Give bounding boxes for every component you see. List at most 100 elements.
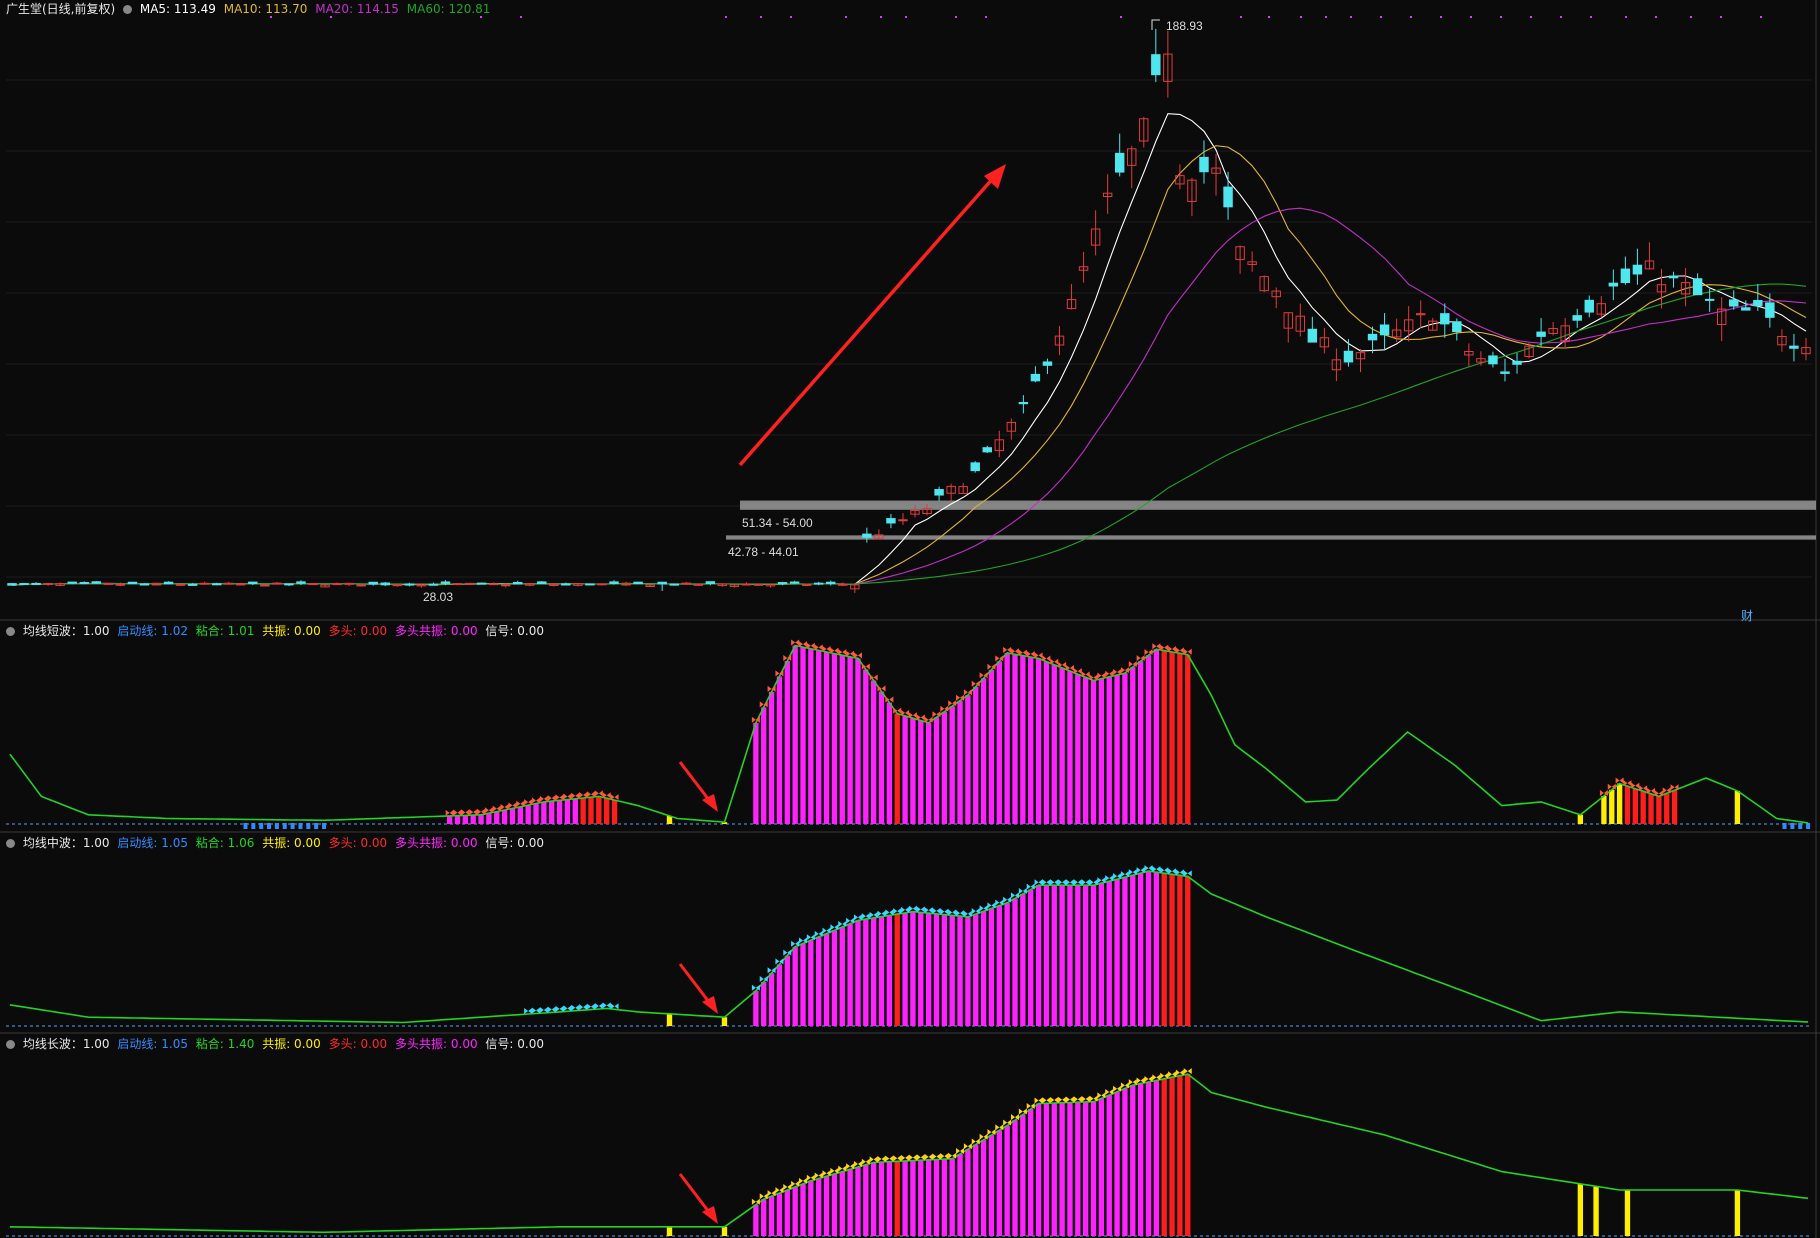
panel-settings-icon[interactable] xyxy=(6,1040,15,1049)
indicator-bar xyxy=(792,946,798,1026)
indicator-bar xyxy=(1169,651,1175,824)
indicator-bar xyxy=(870,680,877,824)
indicator-bar xyxy=(855,658,861,824)
signal-dot xyxy=(725,16,727,18)
indicator-bar xyxy=(1640,791,1646,824)
panel-dtgz: 多头共振: 0.00 xyxy=(395,624,478,638)
indicator-bar xyxy=(1106,1095,1112,1236)
indicator-bar xyxy=(855,920,861,1026)
indicator-bar xyxy=(941,711,948,824)
candle-body xyxy=(1343,350,1354,363)
candle-body xyxy=(681,582,691,585)
stock-chart-canvas[interactable] xyxy=(0,0,1820,1238)
candle-body xyxy=(657,581,667,585)
candle-body xyxy=(452,583,463,586)
candle-body xyxy=(19,583,29,586)
candle-body xyxy=(741,583,752,586)
high-price-label: 188.93 xyxy=(1166,19,1203,33)
panel-gz: 共振: 0.00 xyxy=(262,836,321,850)
candle-body xyxy=(224,582,234,585)
indicator-bar-neg xyxy=(1806,823,1811,829)
indicator-bar xyxy=(666,1226,673,1236)
indicator-bar xyxy=(792,1186,798,1236)
background xyxy=(0,0,1820,1238)
indicator-bar xyxy=(1130,1085,1136,1236)
indicator-bar xyxy=(1185,654,1191,824)
candle-body xyxy=(236,583,246,586)
signal-dot xyxy=(845,16,847,18)
panel-header-long: 均线长波：1.00 启动线: 1.05 粘合: 1.40 共振: 0.00 多头… xyxy=(6,1035,548,1051)
indicator-bar xyxy=(1035,885,1042,1026)
candle-body xyxy=(1199,156,1209,173)
signal-dot xyxy=(985,16,987,18)
indicator-bar-neg xyxy=(314,823,319,829)
indicator-bar xyxy=(1122,1088,1128,1236)
indicator-bar xyxy=(1035,1103,1042,1236)
signal-dot xyxy=(1470,16,1472,18)
panel-gz: 共振: 0.00 xyxy=(262,624,321,638)
candle-body xyxy=(1753,300,1763,307)
candle-body xyxy=(175,583,186,586)
candle-body xyxy=(296,581,306,584)
indicator-bar xyxy=(784,660,790,824)
indicator-bar xyxy=(1059,1102,1065,1236)
indicator-bar xyxy=(1161,1078,1167,1236)
indicator-bar xyxy=(1114,1091,1120,1236)
indicator-bar xyxy=(973,914,979,1026)
candle-body xyxy=(585,583,595,586)
indicator-bar xyxy=(957,916,963,1026)
signal-dot xyxy=(1590,16,1592,18)
panel-dt: 多头: 0.00 xyxy=(328,1037,388,1051)
candle-body xyxy=(248,581,258,585)
indicator-bar xyxy=(847,656,853,824)
candle-body xyxy=(1741,307,1751,311)
indicator-bar xyxy=(996,1130,1002,1236)
indicator-bar xyxy=(1067,1102,1073,1236)
indicator-bar xyxy=(933,913,940,1026)
indicator-bar xyxy=(1098,1098,1105,1236)
panel-dtgz: 多头共振: 0.00 xyxy=(395,1037,478,1051)
candle-body xyxy=(777,582,788,585)
indicator-bar xyxy=(792,645,798,824)
indicator-bar xyxy=(965,695,971,824)
settings-icon[interactable] xyxy=(123,5,133,14)
indicator-bar xyxy=(1137,873,1144,1026)
main-header: 广生堂(日线,前复权) MA5: 113.49 MA10: 113.70 MA2… xyxy=(6,0,494,16)
indicator-bar xyxy=(1145,1081,1152,1236)
indicator-bar xyxy=(839,655,845,824)
indicator-bar xyxy=(980,678,987,824)
finance-badge[interactable]: 财 xyxy=(1741,607,1753,624)
candle-body xyxy=(428,583,439,586)
indicator-bar-neg xyxy=(1798,823,1803,829)
panel-settings-icon[interactable] xyxy=(6,627,15,636)
panel-settings-icon[interactable] xyxy=(6,839,15,848)
panel-dt: 多头: 0.00 xyxy=(328,836,388,850)
candle-body xyxy=(1223,186,1233,208)
signal-dot xyxy=(1560,16,1562,18)
candle-body xyxy=(404,583,415,586)
indicator-bar xyxy=(933,1159,940,1236)
indicator-bar xyxy=(1020,655,1026,824)
candle-body xyxy=(67,581,77,584)
candle-body xyxy=(1042,361,1053,366)
indicator-bar xyxy=(973,1144,979,1236)
indicator-bar xyxy=(1075,674,1081,824)
panel-nh: 粘合: 1.40 xyxy=(195,1037,255,1051)
indicator-bar-neg xyxy=(1782,823,1787,829)
panel-xh: 信号: 0.00 xyxy=(485,624,544,638)
indicator-bar xyxy=(509,808,516,824)
signal-dot xyxy=(1655,16,1657,18)
panel-gz: 共振: 0.00 xyxy=(262,1037,321,1051)
zone-label-lower: 42.78 - 44.01 xyxy=(728,545,799,559)
indicator-bar xyxy=(1083,677,1089,824)
indicator-bar xyxy=(1114,879,1120,1026)
indicator-bar xyxy=(1145,655,1152,824)
indicator-bar xyxy=(965,1149,971,1236)
indicator-bar xyxy=(1145,871,1152,1026)
candle-body xyxy=(380,582,390,586)
candle-body xyxy=(705,581,716,584)
candle-body xyxy=(1632,264,1643,275)
indicator-bar xyxy=(957,700,963,824)
stock-title[interactable]: 广生堂(日线,前复权) xyxy=(6,2,115,16)
candle-body xyxy=(813,582,824,585)
